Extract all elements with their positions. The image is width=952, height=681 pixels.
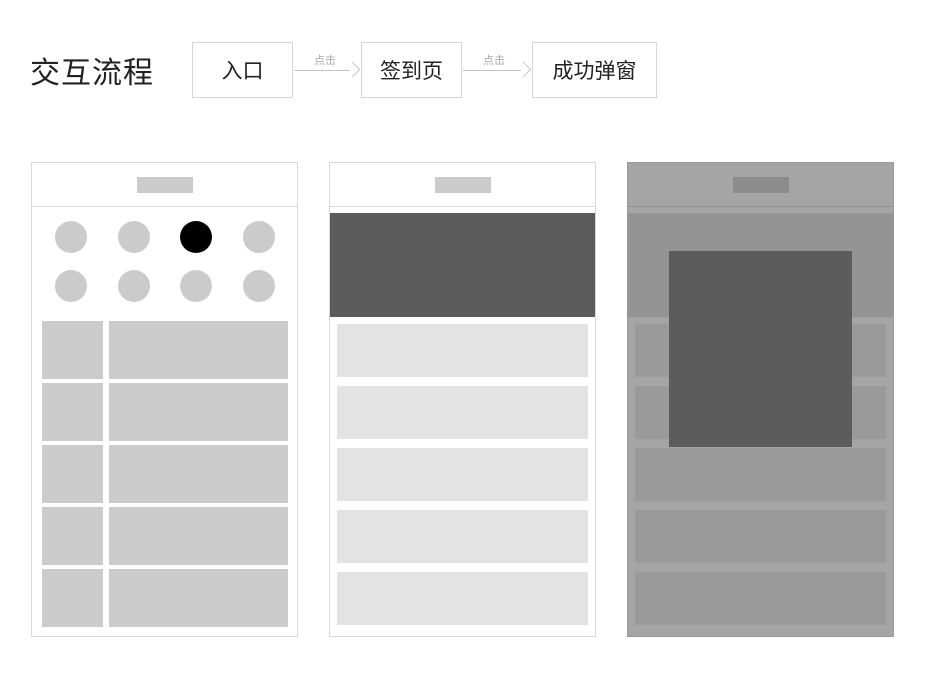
arrow-line	[463, 70, 521, 71]
wireframe-success-popup	[627, 162, 894, 637]
flow-step-success-popup: 成功弹窗	[532, 42, 657, 98]
popup-modal	[669, 251, 852, 447]
list-row-placeholder	[337, 324, 588, 377]
grid-icon-placeholder	[118, 221, 150, 253]
list-text-placeholder	[109, 507, 288, 565]
wireframe-checkin-page	[329, 162, 596, 637]
list-text-placeholder	[109, 445, 288, 503]
flow-arrow-label: 点击	[314, 54, 336, 67]
flow-arrow-label: 点击	[483, 54, 505, 67]
diagram-title: 交互流程	[30, 56, 154, 91]
wireframe-entry	[31, 162, 298, 637]
grid-icon-placeholder	[243, 270, 275, 302]
nav-title-placeholder	[733, 177, 789, 193]
grid-icon-placeholder	[55, 270, 87, 302]
list-row-placeholder	[337, 510, 588, 563]
banner-placeholder	[330, 213, 595, 317]
flow-arrow-1: 点击	[294, 54, 361, 86]
list-row-placeholder	[635, 510, 886, 563]
nav-title-placeholder	[435, 177, 491, 193]
grid-icon-placeholder	[55, 221, 87, 253]
list-thumb-placeholder	[42, 445, 103, 503]
list-row-placeholder	[337, 572, 588, 625]
arrow-head-icon	[515, 61, 532, 78]
grid-icon-placeholder	[243, 221, 275, 253]
list-text-placeholder	[109, 321, 288, 379]
flow-step-entry: 入口	[192, 42, 293, 98]
grid-icon-placeholder	[118, 270, 150, 302]
list-row-placeholder	[337, 386, 588, 439]
nav-title-placeholder	[137, 177, 193, 193]
list-row-placeholder	[635, 572, 886, 625]
flow-step-checkin-page: 签到页	[361, 42, 462, 98]
list-thumb-placeholder	[42, 569, 103, 627]
list-row-placeholder	[635, 448, 886, 501]
list-thumb-placeholder	[42, 383, 103, 441]
arrow-line	[294, 70, 350, 71]
list-thumb-placeholder	[42, 507, 103, 565]
list-text-placeholder	[109, 383, 288, 441]
grid-icon-selected	[180, 221, 212, 253]
arrow-head-icon	[344, 61, 361, 78]
flow-arrow-2: 点击	[463, 54, 532, 86]
wireframe-nav-bar	[330, 163, 595, 207]
wireframe-nav-bar	[32, 163, 297, 207]
list-row-placeholder	[337, 448, 588, 501]
list-text-placeholder	[109, 569, 288, 627]
grid-icon-placeholder	[180, 270, 212, 302]
wireframe-nav-bar	[628, 163, 893, 207]
list-thumb-placeholder	[42, 321, 103, 379]
